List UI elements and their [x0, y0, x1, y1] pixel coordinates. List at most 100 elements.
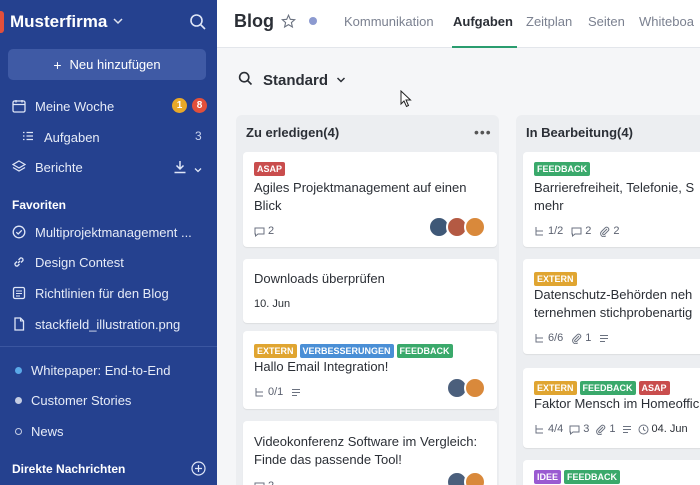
- favorite-item[interactable]: stackfield_illustration.png: [0, 312, 217, 336]
- star-icon[interactable]: [280, 13, 297, 29]
- search-icon[interactable]: [189, 13, 207, 31]
- subtask-count: 1/2: [534, 225, 563, 237]
- avatar: [464, 471, 486, 485]
- task-card[interactable]: Downloads überprüfen 10. Jun: [243, 259, 497, 323]
- card-title: Videokonferenz Software im Vergleich: Fi…: [254, 434, 478, 467]
- subtask-value: 6/6: [548, 332, 564, 344]
- check-circle-icon: [12, 225, 26, 239]
- card-meta: 10. Jun: [254, 298, 290, 310]
- task-card[interactable]: IDEE FEEDBACK: [523, 460, 700, 485]
- room-status-dot: [15, 427, 22, 435]
- comment-count: 2: [254, 480, 274, 485]
- favorite-item[interactable]: Design Contest: [0, 250, 217, 274]
- tag: EXTERN: [254, 344, 297, 358]
- subtask-icon: [535, 424, 543, 433]
- chevron-down-icon[interactable]: [194, 162, 202, 177]
- favorite-label: Multiprojektmanagement ...: [35, 224, 192, 240]
- tab-seiten[interactable]: Seiten: [588, 14, 625, 29]
- tag-list: EXTERN: [534, 272, 577, 286]
- sidebar-item-reports[interactable]: Berichte: [0, 155, 217, 179]
- tag: EXTERN: [534, 381, 577, 395]
- clock-icon: [638, 424, 649, 434]
- favorite-item[interactable]: Richtlinien für den Blog: [0, 281, 217, 305]
- add-new-button[interactable]: + Neu hinzufügen: [8, 49, 206, 80]
- assignee-avatars: [446, 471, 486, 485]
- tag: EXTERN: [534, 272, 577, 286]
- task-card[interactable]: EXTERN FEEDBACK ASAP Faktor Mensch im Ho…: [523, 368, 700, 448]
- search-icon: [238, 71, 253, 89]
- download-icon[interactable]: [173, 160, 187, 177]
- comment-value: 3: [583, 423, 590, 435]
- file-icon: [12, 317, 26, 331]
- chevron-down-icon: [336, 73, 346, 88]
- comment-icon: [254, 227, 265, 237]
- task-card[interactable]: FEEDBACK Barrierefreiheit, Telefonie, S …: [523, 152, 700, 247]
- filter-label: Standard: [263, 71, 329, 89]
- card-title: Hallo Email Integration!: [254, 359, 389, 374]
- active-tab-indicator: [452, 46, 517, 48]
- attachment-value: 1: [609, 423, 616, 435]
- task-card[interactable]: ASAP Agiles Projektmanagement auf einen …: [243, 152, 497, 247]
- assignee-avatars: [446, 377, 486, 399]
- room-item[interactable]: Customer Stories: [0, 388, 217, 412]
- favorite-label: Design Contest: [35, 254, 124, 270]
- more-icon[interactable]: •••: [474, 124, 492, 140]
- tab-aufgaben[interactable]: Aufgaben: [453, 14, 513, 29]
- attachment-value: 1: [585, 332, 592, 344]
- attachment-count: 2: [599, 225, 620, 237]
- direct-messages-heading: Direkte Nachrichten: [12, 462, 126, 476]
- card-meta: 6/6 1: [534, 332, 609, 344]
- description-icon: [599, 334, 609, 343]
- tag: FEEDBACK: [396, 344, 453, 358]
- paperclip-icon: [572, 333, 582, 344]
- attachment-count: 1: [571, 332, 591, 344]
- tag-list: ASAP: [254, 162, 286, 176]
- tag: FEEDBACK: [534, 162, 591, 176]
- status-dot: [309, 17, 317, 25]
- workspace-switcher[interactable]: Musterfirma: [0, 8, 123, 36]
- task-card[interactable]: EXTERN VERBESSERUNGEN FEEDBACK Hallo Ema…: [243, 331, 497, 409]
- description-icon: [291, 388, 301, 397]
- plus-icon: +: [53, 56, 62, 73]
- subtask-icon: [535, 226, 543, 235]
- workspace-name: Musterfirma: [10, 12, 108, 31]
- card-title: Downloads überprüfen: [254, 271, 385, 286]
- comment-count: 2: [254, 225, 274, 237]
- subtask-icon: [535, 333, 543, 342]
- subtask-icon: [255, 387, 263, 396]
- attachment-count: 1: [595, 423, 616, 435]
- tab-zeitplan[interactable]: Zeitplan: [526, 14, 572, 29]
- notification-badge: 1: [172, 98, 187, 113]
- subtask-value: 1/2: [548, 225, 564, 237]
- task-card[interactable]: Videokonferenz Software im Vergleich: Fi…: [243, 421, 497, 485]
- room-item[interactable]: News: [0, 419, 217, 443]
- mouse-cursor-icon: [400, 89, 412, 111]
- tab-whiteboard[interactable]: Whiteboa: [639, 14, 694, 29]
- link-icon: [12, 255, 26, 269]
- favorite-item[interactable]: Multiprojektmanagement ...: [0, 220, 217, 244]
- tag: ASAP: [254, 162, 286, 176]
- sidebar-item-tasks[interactable]: Aufgaben 3: [0, 125, 217, 149]
- due-date: 04. Jun: [638, 423, 688, 435]
- room-item[interactable]: Whitepaper: End-to-End: [0, 358, 217, 382]
- tab-kommunikation[interactable]: Kommunikation: [344, 14, 434, 29]
- room-status-dot: [15, 366, 22, 374]
- tag: FEEDBACK: [564, 470, 621, 484]
- task-card[interactable]: EXTERN Datenschutz-Behörden neh ternehme…: [523, 259, 700, 354]
- tag: VERBESSERUNGEN: [299, 344, 394, 358]
- subtask-count: 0/1: [254, 386, 283, 398]
- favorites-heading: Favoriten: [12, 198, 67, 212]
- room-label: Customer Stories: [31, 392, 132, 408]
- tag-list: IDEE FEEDBACK: [534, 470, 621, 484]
- comment-count: 2: [571, 225, 591, 237]
- view-filter[interactable]: Standard: [238, 71, 346, 89]
- comment-icon: [571, 227, 582, 237]
- favorite-label: Richtlinien für den Blog: [35, 285, 169, 301]
- assignee-avatars: [428, 216, 486, 238]
- tag: FEEDBACK: [579, 381, 636, 395]
- due-date-value: 04. Jun: [651, 423, 688, 435]
- add-circle-icon[interactable]: [191, 461, 206, 476]
- add-new-label: Neu hinzufügen: [69, 57, 161, 72]
- tag: ASAP: [638, 381, 670, 395]
- sidebar-item-my-week[interactable]: Meine Woche 1 8: [0, 94, 217, 118]
